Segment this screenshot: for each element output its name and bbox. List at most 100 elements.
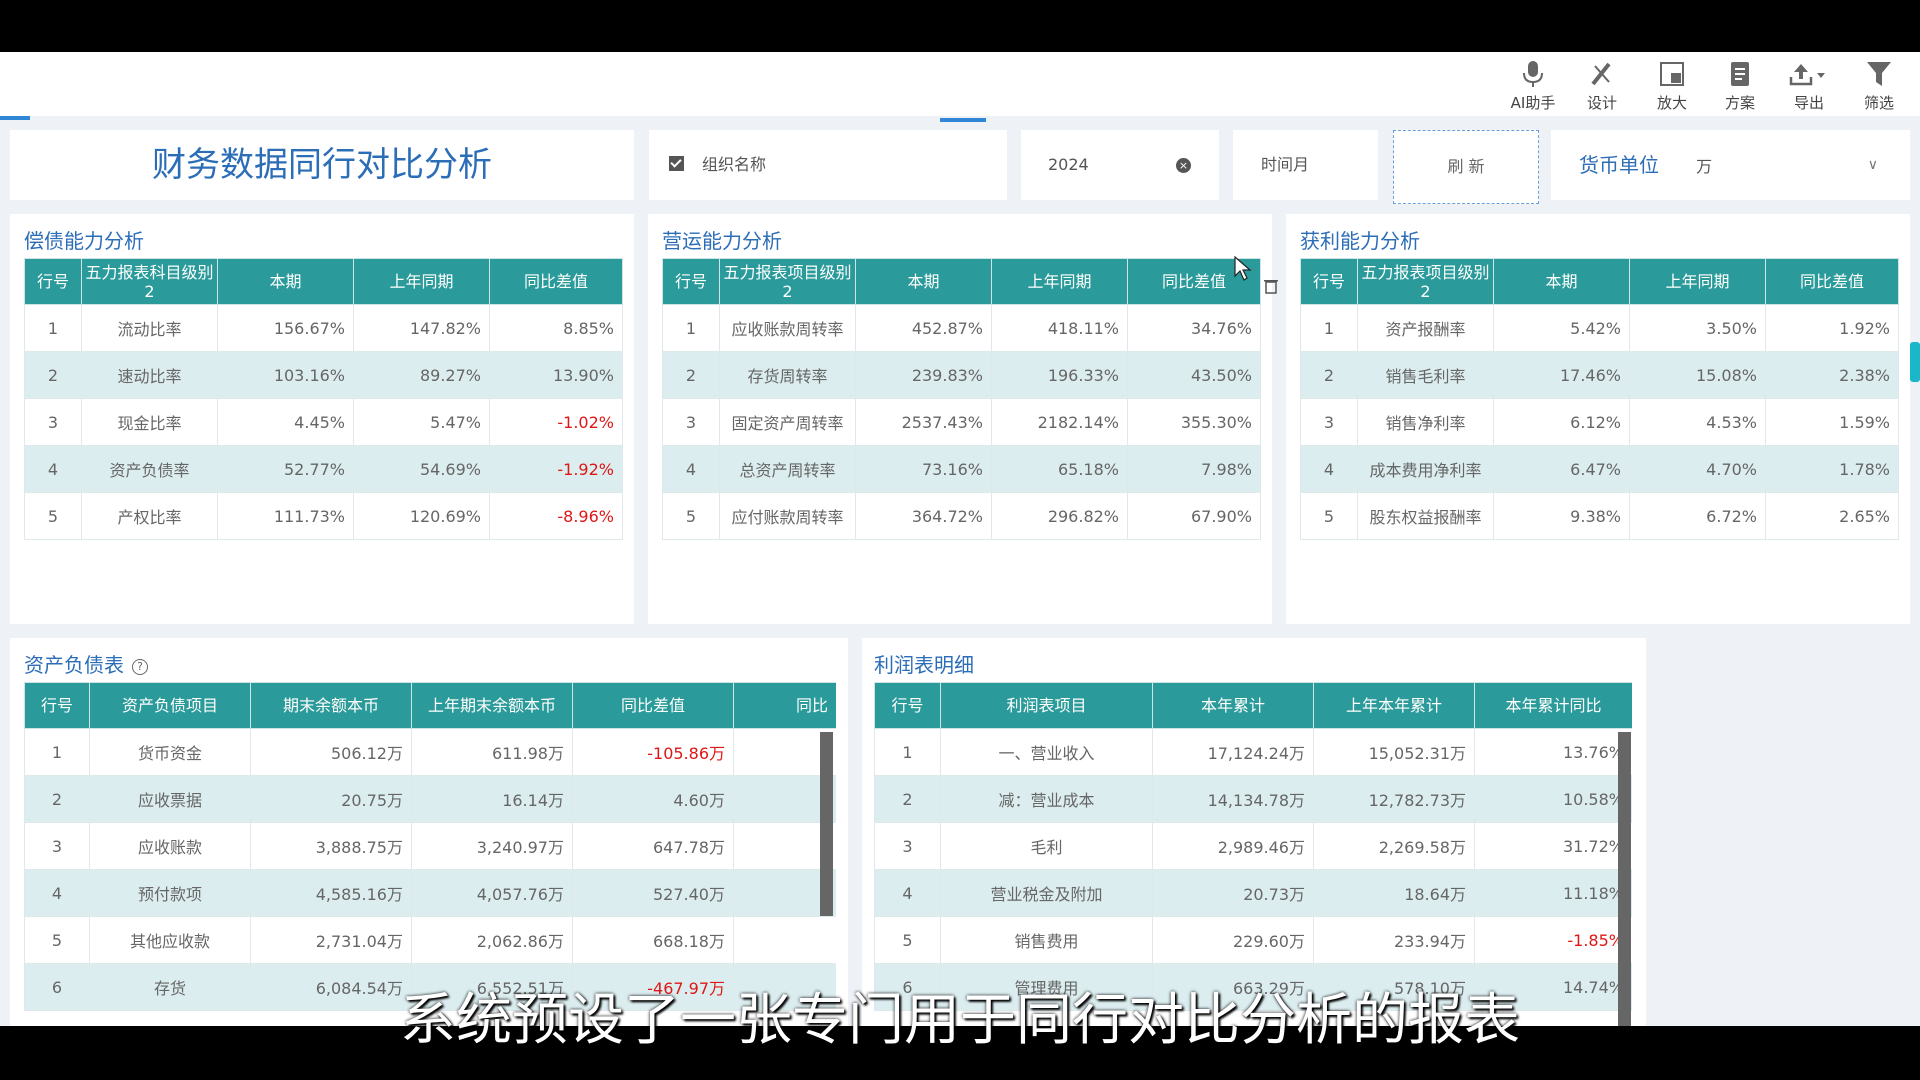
table-row[interactable]: 4 预付款项 4,585.16万 4,057.76万 527.40万 [24,869,836,917]
col-current[interactable]: 本期 [217,258,354,305]
table-row[interactable]: 2 速动比率 103.16% 89.27% 13.90% [24,351,623,399]
col-row-no[interactable]: 行号 [24,682,90,729]
balance-title: 资产负债表 [24,653,124,677]
table-row[interactable]: 1 应收账款周转率 452.87% 418.11% 34.76% [662,304,1261,352]
col-diff[interactable]: 同比差值 [489,258,623,305]
col-prior[interactable]: 上年同期 [991,258,1128,305]
table-cell: 2 [1300,351,1358,399]
design-label: 设计 [1586,94,1617,112]
col-item[interactable]: 资产负债项目 [89,682,251,729]
table-row[interactable]: 4 营业税金及附加 20.73万 18.64万 11.18% [874,869,1632,917]
table-cell: 1 [1300,304,1358,352]
table-cell: 54.69% [353,445,490,493]
table-row[interactable]: 3 毛利 2,989.46万 2,269.58万 31.72% [874,822,1632,870]
income-scrollbar[interactable] [1618,732,1631,1026]
table-row[interactable]: 5 销售费用 229.60万 233.94万 -1.85% [874,916,1632,964]
page-title: 财务数据同行对比分析 [10,130,634,200]
filter-button[interactable]: 筛选 [1849,58,1909,112]
refresh-button[interactable]: 刷 新 [1393,130,1539,204]
table-row[interactable]: 1 货币资金 506.12万 611.98万 -105.86万 [24,728,836,776]
table-cell: 67.90% [1127,492,1261,540]
export-button[interactable]: 导出 [1779,58,1839,112]
col-ending[interactable]: 期末余额本币 [250,682,412,729]
table-row[interactable]: 4 总资产周转率 73.16% 65.18% 7.98% [662,445,1261,493]
col-item[interactable]: 五力报表项目级别2 [1357,258,1494,305]
table-row[interactable]: 5 股东权益报酬率 9.38% 6.72% 2.65% [1300,492,1899,540]
table-row[interactable]: 1 资产报酬率 5.42% 3.50% 1.92% [1300,304,1899,352]
table-cell: 156.67% [217,304,354,352]
table-row[interactable]: 5 产权比率 111.73% 120.69% -8.96% [24,492,623,540]
col-prior-ending[interactable]: 上年期末余额本币 [411,682,573,729]
table-row[interactable]: 1 流动比率 156.67% 147.82% 8.85% [24,304,623,352]
table-row[interactable]: 3 应收账款 3,888.75万 3,240.97万 647.78万 [24,822,836,870]
table-cell: -1.85% [1474,916,1632,964]
year-select[interactable]: 2024 × [1021,130,1219,200]
table-cell: 15,052.31万 [1313,728,1475,776]
col-prior[interactable]: 上年同期 [1629,258,1766,305]
help-icon[interactable]: ? [132,658,148,675]
month-select[interactable]: 时间月 [1233,130,1378,200]
table-row[interactable]: 4 成本费用净利率 6.47% 4.70% 1.78% [1300,445,1899,493]
col-row-no[interactable]: 行号 [874,682,941,729]
table-header-row: 行号 五力报表项目级别2 本期 上年同期 同比差值 [662,258,1261,305]
col-ytd-yoy[interactable]: 本年累计同比 [1474,682,1632,729]
col-row-no[interactable]: 行号 [662,258,720,305]
org-name-filter[interactable]: 组织名称 [649,130,1007,200]
col-item[interactable]: 利润表项目 [940,682,1153,729]
table-cell: 17,124.24万 [1152,728,1314,776]
col-diff[interactable]: 同比差值 [1765,258,1899,305]
table-row[interactable]: 2 存货周转率 239.83% 196.33% 43.50% [662,351,1261,399]
col-prior[interactable]: 上年同期 [353,258,490,305]
table-cell: 2,062.86万 [411,916,573,964]
table-row[interactable]: 1 一、营业收入 17,124.24万 15,052.31万 13.76% [874,728,1632,776]
currency-label: 货币单位 [1579,153,1659,177]
design-button[interactable]: 设计 [1572,58,1632,112]
table-cell: 速动比率 [81,351,218,399]
tab-indicator-left [0,116,30,120]
balance-table: 行号 资产负债项目 期末余额本币 上年期末余额本币 同比差值 同比 1 货币资金 5… [24,682,836,1011]
col-row-no[interactable]: 行号 [1300,258,1358,305]
col-current[interactable]: 本期 [1493,258,1630,305]
table-cell: 股东权益报酬率 [1357,492,1494,540]
table-row[interactable]: 3 固定资产周转率 2537.43% 2182.14% 355.30% [662,398,1261,446]
balance-scrollbar[interactable] [820,732,833,916]
enlarge-button[interactable]: 放大 [1642,58,1702,112]
col-row-no[interactable]: 行号 [24,258,82,305]
table-cell: 65.18% [991,445,1128,493]
currency-value: 万 [1696,157,1713,176]
col-item[interactable]: 五力报表科目级别2 [81,258,218,305]
col-yoy[interactable]: 同比 [733,682,836,729]
currency-unit-select[interactable]: 货币单位 万 ∨ [1551,130,1910,200]
col-diff[interactable]: 同比差值 [572,682,734,729]
table-cell: 一、营业收入 [940,728,1153,776]
col-item[interactable]: 五力报表项目级别2 [719,258,856,305]
col-current[interactable]: 本期 [855,258,992,305]
mouse-cursor-icon [1234,256,1252,281]
delete-icon[interactable] [1264,278,1279,298]
table-row[interactable]: 3 销售净利率 6.12% 4.53% 1.59% [1300,398,1899,446]
table-cell: 3 [874,822,941,870]
table-row[interactable]: 4 资产负债率 52.77% 54.69% -1.92% [24,445,623,493]
clear-icon[interactable]: × [1176,158,1191,173]
checkbox-icon[interactable] [669,156,684,171]
table-cell: 6.72% [1629,492,1766,540]
table-row[interactable]: 2 应收票据 20.75万 16.14万 4.60万 [24,775,836,823]
col-prior-ytd[interactable]: 上年本年累计 [1313,682,1475,729]
table-row[interactable]: 2 减：营业成本 14,134.78万 12,782.73万 10.58% [874,775,1632,823]
scheme-button[interactable]: 方案 [1710,58,1770,112]
table-row[interactable]: 3 现金比率 4.45% 5.47% -1.02% [24,398,623,446]
table-cell: 73.16% [855,445,992,493]
table-cell: -105.86万 [572,728,734,776]
table-cell: 1 [24,304,82,352]
export-icon [1789,64,1825,86]
table-cell: 6.12% [1493,398,1630,446]
table-row[interactable]: 2 销售毛利率 17.46% 15.08% 2.38% [1300,351,1899,399]
table-cell: 销售毛利率 [1357,351,1494,399]
table-cell: 43.50% [1127,351,1261,399]
side-scroll-indicator[interactable] [1910,342,1920,382]
table-cell: 4.53% [1629,398,1766,446]
col-ytd[interactable]: 本年累计 [1152,682,1314,729]
table-row[interactable]: 5 应付账款周转率 364.72% 296.82% 67.90% [662,492,1261,540]
ai-assistant-button[interactable]: AI助手 [1503,58,1563,112]
table-row[interactable]: 5 其他应收款 2,731.04万 2,062.86万 668.18万 [24,916,836,964]
